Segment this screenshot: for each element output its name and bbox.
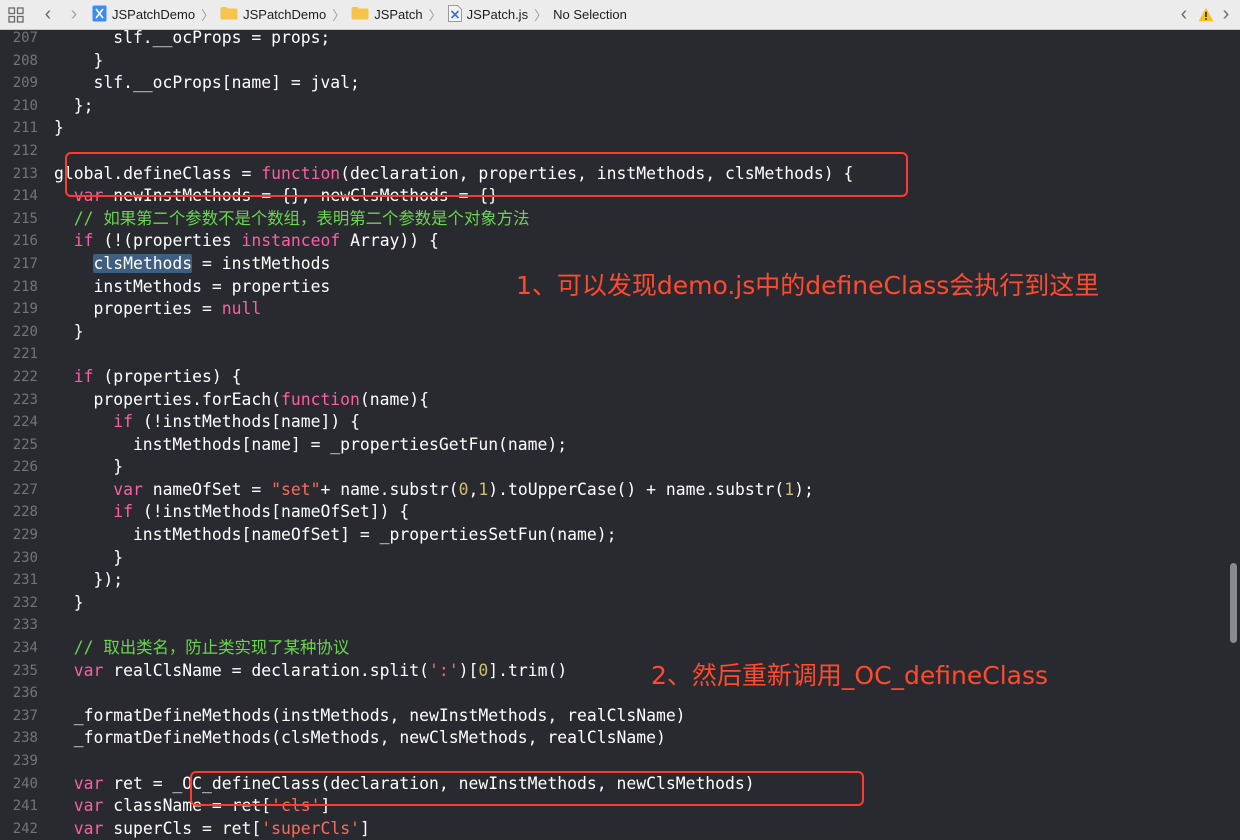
line-number: 229 xyxy=(12,527,38,544)
code-text[interactable]: clsMethods = instMethods xyxy=(54,253,330,276)
breadcrumb-separator-icon: 〉 xyxy=(428,8,442,23)
code-text[interactable]: // 如果第二个参数不是个数组，表明第二个参数是个对象方法 xyxy=(54,208,530,231)
line-number: 238 xyxy=(12,730,38,747)
line-number: 239 xyxy=(12,753,38,769)
source-editor[interactable]: 207 slf.__ocProps = props; 208 } 209 slf._… xyxy=(0,30,1240,840)
line-number: 234 xyxy=(12,640,38,657)
code-text[interactable]: instMethods = properties xyxy=(54,276,330,299)
xcode-project-icon xyxy=(92,5,107,25)
breadcrumb-label: JSPatchDemo xyxy=(112,7,196,22)
highlight-box-oc-defineclass xyxy=(190,771,864,806)
breadcrumb-label: JSPatch xyxy=(374,7,423,22)
next-issue-chevron-icon[interactable]: › xyxy=(1216,3,1236,25)
breadcrumb-project[interactable]: JSPatchDemo xyxy=(92,5,195,25)
line-number: 225 xyxy=(12,436,38,453)
jump-bar: ‹ › JSPatchDemo 〉 JSPatchDemo 〉 JSPatch … xyxy=(0,0,1240,30)
line-number: 231 xyxy=(12,572,38,589)
breadcrumb-selection[interactable]: No Selection xyxy=(553,7,627,22)
warning-icon[interactable] xyxy=(1196,5,1216,25)
vertical-scrollbar[interactable] xyxy=(1230,563,1237,643)
line-number: 216 xyxy=(12,233,38,250)
back-chevron-icon[interactable]: ‹ xyxy=(38,3,58,25)
js-file-icon xyxy=(447,4,462,25)
line-number: 218 xyxy=(12,278,38,295)
annotation-note-2: 2、然后重新调用_OC_defineClass xyxy=(651,661,1049,690)
code-text[interactable]: _formatDefineMethods(clsMethods, newClsM… xyxy=(54,727,666,750)
line-number: 242 xyxy=(12,820,38,837)
line-number: 208 xyxy=(12,52,38,69)
code-text[interactable]: } xyxy=(54,547,123,570)
line-number: 224 xyxy=(12,414,38,431)
breadcrumb-separator-icon: 〉 xyxy=(534,8,548,23)
code-text[interactable]: slf.__ocProps[name] = jval; xyxy=(54,72,359,95)
forward-chevron-icon[interactable]: › xyxy=(64,3,84,25)
breadcrumb-label: No Selection xyxy=(553,7,627,22)
code-text[interactable]: if (properties) { xyxy=(54,366,242,389)
line-number: 240 xyxy=(12,775,38,792)
code-text[interactable]: if (!instMethods[nameOfSet]) { xyxy=(54,501,409,524)
line-number: 237 xyxy=(12,707,38,724)
breadcrumb-group[interactable]: JSPatchDemo xyxy=(220,6,326,23)
code-text[interactable]: if (!(properties instanceof Array)) { xyxy=(54,230,439,253)
folder-icon xyxy=(351,6,369,23)
line-number: 214 xyxy=(12,188,38,205)
annotation-note-1: 1、可以发现demo.js中的defineClass会执行到这里 xyxy=(516,271,1100,300)
code-text[interactable]: properties.forEach(function(name){ xyxy=(54,389,429,412)
breadcrumb-label: JSPatchDemo xyxy=(243,7,327,22)
code-text[interactable]: if (!instMethods[name]) { xyxy=(54,411,360,434)
line-number: 213 xyxy=(12,165,38,182)
previous-issue-chevron-icon[interactable]: ‹ xyxy=(1174,3,1194,25)
breadcrumb-folder[interactable]: JSPatch xyxy=(351,6,423,23)
code-text[interactable]: instMethods[name] = _propertiesGetFun(na… xyxy=(54,434,567,457)
line-number: 232 xyxy=(12,594,38,611)
line-number: 220 xyxy=(12,323,38,340)
code-text[interactable]: properties = null xyxy=(54,298,261,321)
line-number: 236 xyxy=(12,685,38,702)
line-number: 211 xyxy=(12,120,38,137)
line-number: 228 xyxy=(12,504,38,521)
code-text[interactable]: // 取出类名，防止类实现了某种协议 xyxy=(54,637,349,660)
code-text[interactable]: } xyxy=(54,592,84,615)
code-text[interactable]: }); xyxy=(54,569,123,592)
line-number: 233 xyxy=(12,617,38,634)
code-text[interactable]: } xyxy=(54,117,64,140)
breadcrumb-separator-icon: 〉 xyxy=(201,8,215,23)
line-number: 207 xyxy=(12,30,38,46)
code-text[interactable]: var superCls = ret['superCls'] xyxy=(54,818,370,840)
code-text[interactable]: } xyxy=(54,50,103,73)
line-number: 215 xyxy=(12,210,38,227)
highlight-box-defineclass xyxy=(65,152,908,197)
line-number: 212 xyxy=(12,142,38,159)
breadcrumb-label: JSPatch.js xyxy=(466,7,529,22)
code-text[interactable]: } xyxy=(54,321,84,344)
line-number: 235 xyxy=(12,662,38,679)
code-text[interactable]: }; xyxy=(54,95,94,118)
code-text[interactable]: var realClsName = declaration.split(':')… xyxy=(54,660,567,683)
related-items-grid-icon[interactable] xyxy=(6,5,26,25)
line-number: 219 xyxy=(12,301,38,318)
code-text[interactable]: var nameOfSet = "set"+ name.substr(0,1).… xyxy=(54,479,814,502)
breadcrumb-file[interactable]: JSPatch.js xyxy=(447,4,529,25)
line-number: 226 xyxy=(12,459,38,476)
line-number: 221 xyxy=(12,346,38,363)
line-number: 222 xyxy=(12,368,38,385)
folder-icon xyxy=(220,6,238,23)
code-text[interactable]: _formatDefineMethods(instMethods, newIns… xyxy=(54,705,686,728)
line-number: 227 xyxy=(12,481,38,498)
code-text[interactable]: slf.__ocProps = props; xyxy=(54,30,330,50)
line-number: 209 xyxy=(12,75,38,92)
line-number: 210 xyxy=(12,97,38,114)
line-number: 230 xyxy=(12,549,38,566)
code-text[interactable]: instMethods[nameOfSet] = _propertiesSetF… xyxy=(54,524,617,547)
line-number: 217 xyxy=(12,255,38,272)
line-number: 223 xyxy=(12,391,38,408)
line-number: 241 xyxy=(12,798,38,815)
breadcrumb-separator-icon: 〉 xyxy=(332,8,346,23)
code-text[interactable]: } xyxy=(54,456,123,479)
